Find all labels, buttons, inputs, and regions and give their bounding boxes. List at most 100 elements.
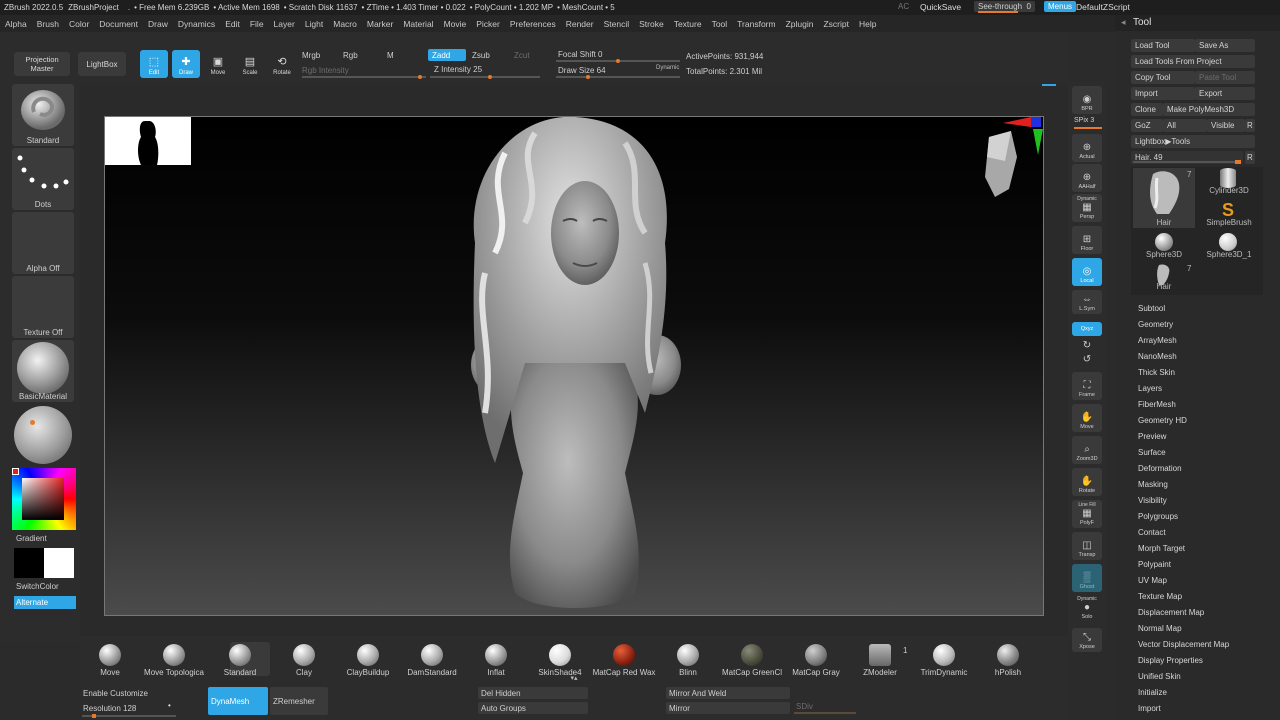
load-tool-button[interactable]: Load Tool [1131,39,1195,52]
menu-zscript[interactable]: Zscript [818,19,854,29]
mirror-and-weld-button[interactable]: Mirror And Weld [666,687,790,699]
auto-groups-button[interactable]: Auto Groups [478,702,588,714]
tool-section-geometry[interactable]: Geometry [1138,320,1173,329]
brush-hpolish[interactable]: hPolish [976,642,1040,677]
brush-damstandard[interactable]: DamStandard [400,642,464,677]
menu-dynamics[interactable]: Dynamics [173,19,220,29]
menu-draw[interactable]: Draw [143,19,173,29]
menu-stencil[interactable]: Stencil [599,19,635,29]
tool-section-subtool[interactable]: Subtool [1138,304,1165,313]
menu-picker[interactable]: Picker [471,19,505,29]
menu-macro[interactable]: Macro [328,19,362,29]
rotate-button[interactable]: ⟲ Rotate [268,50,296,78]
brush-zmodeler[interactable]: ZModeler [848,642,912,677]
move-view-button[interactable]: ✋ Move [1072,404,1102,432]
move-button[interactable]: ▣ Move [204,50,232,78]
lightbox-tools-button[interactable]: Lightbox▶Tools [1131,135,1255,148]
brush-skinshade4[interactable]: SkinShade4 [528,642,592,677]
del-hidden-button[interactable]: Del Hidden [478,687,588,699]
tool-section-uv-map[interactable]: UV Map [1138,576,1167,585]
tool-section-nanomesh[interactable]: NanoMesh [1138,352,1177,361]
draw-size-slider[interactable]: Draw Size 64 [558,66,606,75]
transp-button[interactable]: ◫ Transp [1072,532,1102,560]
goz-r-button[interactable]: R [1245,119,1255,132]
paste-tool-button[interactable]: Paste Tool [1195,71,1255,84]
mrgb-button[interactable]: Mrgb [302,51,320,60]
polyf-button[interactable]: Line Fill ▦ PolyF [1072,500,1102,528]
focal-shift-slider[interactable]: Focal Shift 0 [558,50,602,59]
lsym-button[interactable]: ⇔ L.Sym [1072,290,1102,314]
clone-button[interactable]: Clone [1131,103,1163,116]
menu-color[interactable]: Color [64,19,94,29]
menu-alpha[interactable]: Alpha [0,19,32,29]
rotate-view-button[interactable]: ✋ Rotate [1072,468,1102,496]
tool-section-thick-skin[interactable]: Thick Skin [1138,368,1175,377]
color-picker[interactable] [12,468,76,530]
menu-texture[interactable]: Texture [669,19,707,29]
goz-button[interactable]: GoZ [1131,119,1163,132]
menu-light[interactable]: Light [300,19,328,29]
tool-section-displacement-map[interactable]: Displacement Map [1138,608,1204,617]
dynamic-toggle[interactable]: Dynamic [656,65,679,71]
switchcolor-button[interactable]: SwitchColor [16,582,59,591]
spix-slider[interactable]: SPix 3 [1074,117,1094,124]
menu-document[interactable]: Document [94,19,143,29]
brush-trimdynamic[interactable]: TrimDynamic [912,642,976,677]
menu-file[interactable]: File [245,19,269,29]
zcut-button[interactable]: Zcut [514,51,530,60]
brush-matcap-greencl[interactable]: MatCap GreenCl [720,642,784,677]
mirror-button[interactable]: Mirror [666,702,790,714]
tool-section-fibermesh[interactable]: FiberMesh [1138,400,1176,409]
scale-button[interactable]: ▤ Scale [236,50,264,78]
tool-r-button[interactable]: R [1245,151,1255,164]
brush-move[interactable]: Move [78,642,142,677]
copy-tool-button[interactable]: Copy Tool [1131,71,1195,84]
make-polymesh-button[interactable]: Make PolyMesh3D [1163,103,1255,116]
local-button[interactable]: ◎ Local [1072,258,1102,286]
brush-blinn[interactable]: Blinn [656,642,720,677]
menu-brush[interactable]: Brush [32,19,64,29]
menu-movie[interactable]: Movie [439,19,472,29]
menu-stroke[interactable]: Stroke [634,19,669,29]
palette-dock-icon[interactable]: ◂ [1121,17,1126,28]
brush-matcap-red-wax[interactable]: MatCap Red Wax [592,642,656,677]
menus-toggle[interactable]: Menus [1044,1,1077,12]
document-canvas[interactable] [104,116,1044,616]
rotate-z-button[interactable]: ↺ [1072,354,1102,368]
goz-all-button[interactable]: All [1163,119,1207,132]
zremesher-button[interactable]: ZRemesher [270,687,328,715]
tool-section-vector-displacement-map[interactable]: Vector Displacement Map [1138,640,1229,649]
tool-section-polygroups[interactable]: Polygroups [1138,512,1178,521]
tool-section-arraymesh[interactable]: ArrayMesh [1138,336,1177,345]
brush-move-topologica[interactable]: Move Topologica [142,642,206,677]
lightbox-button[interactable]: LightBox [78,52,126,76]
tool-section-preview[interactable]: Preview [1138,432,1166,441]
menu-help[interactable]: Help [854,19,881,29]
tool-section-display-properties[interactable]: Display Properties [1138,656,1203,665]
menu-render[interactable]: Render [561,19,599,29]
ghost-button[interactable]: ▒ Ghost [1072,564,1102,592]
default-zscript[interactable]: DefaultZScript [1076,2,1130,12]
tool-section-unified-skin[interactable]: Unified Skin [1138,672,1181,681]
bpr-button[interactable]: ◉ BPR [1072,86,1102,114]
tool-section-polypaint[interactable]: Polypaint [1138,560,1171,569]
tool-section-surface[interactable]: Surface [1138,448,1166,457]
tool-section-deformation[interactable]: Deformation [1138,464,1182,473]
menu-preferences[interactable]: Preferences [505,19,561,29]
menu-marker[interactable]: Marker [362,19,398,29]
actual-button[interactable]: ⊕ Actual [1072,134,1102,162]
xpose-button[interactable]: ⤡ Xpose [1072,628,1102,652]
import-button[interactable]: Import [1131,87,1195,100]
solo-button[interactable]: Dynamic ● Solo [1072,596,1102,622]
quicksave-button[interactable]: QuickSave [920,2,961,12]
rgb-intensity-slider[interactable]: Rgb Intensity [302,66,349,75]
frame-button[interactable]: ⛶ Frame [1072,372,1102,400]
gradient-label[interactable]: Gradient [16,534,47,543]
orientation-gizmo[interactable] [965,117,1044,207]
sdiv-slider[interactable]: SDiv [796,702,813,711]
save-as-button[interactable]: Save As [1195,39,1255,52]
brush-inflat[interactable]: Inflat [464,642,528,677]
dynamesh-button[interactable]: DynaMesh [208,687,268,715]
brush-matcap-gray[interactable]: MatCap Gray [784,642,848,677]
brush-clay[interactable]: Clay [272,642,336,677]
